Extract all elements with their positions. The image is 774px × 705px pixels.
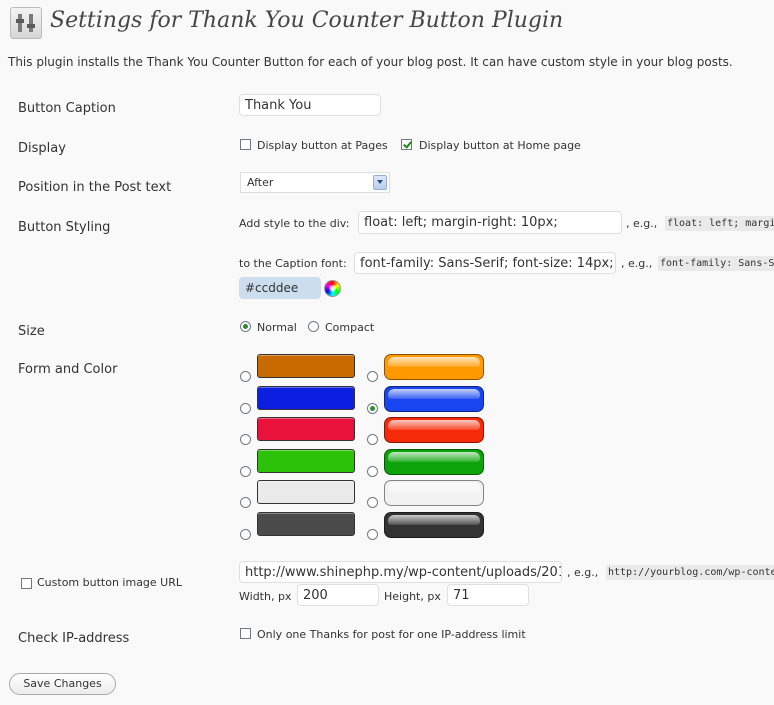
swatch-black-glossy[interactable] <box>384 511 484 538</box>
caption-font-eg: , e.g., <box>621 257 653 270</box>
form-radio-white-flat[interactable] <box>240 497 251 508</box>
form-color-label: Form and Color <box>18 362 118 377</box>
swatch-green-glossy[interactable] <box>384 448 484 475</box>
custom-image-url-input[interactable]: http://www.shinephp.my/wp-content/upload… <box>239 561 562 583</box>
form-radio-orange-glossy[interactable] <box>367 371 378 382</box>
width-input[interactable]: 200 <box>297 584 379 606</box>
width-label: Width, px <box>239 590 292 603</box>
page-title: Settings for Thank You Counter Button Pl… <box>50 8 564 33</box>
display-pages-label: Display button at Pages <box>257 139 388 152</box>
form-radio-green-glossy[interactable] <box>367 465 378 477</box>
swatch-orange-glossy[interactable] <box>384 354 484 380</box>
check-ip-option-label: Only one Thanks for post for one IP-addr… <box>257 628 526 641</box>
check-ip-checkbox[interactable] <box>240 628 251 639</box>
swatch-green-flat[interactable] <box>257 448 355 473</box>
swatch-white-glossy[interactable] <box>384 480 484 506</box>
div-style-prefix: Add style to the div: <box>239 217 350 230</box>
display-home-label: Display button at Home page <box>419 139 581 152</box>
form-radio-black-glossy[interactable] <box>367 528 378 540</box>
position-select[interactable]: After <box>240 172 390 193</box>
swatch-red-glossy[interactable] <box>384 417 484 443</box>
button-styling-label: Button Styling <box>18 220 111 235</box>
button-caption-input[interactable]: Thank You <box>239 94 381 116</box>
div-style-input[interactable]: float: left; margin-right: 10px; <box>358 211 622 234</box>
size-compact-radio[interactable] <box>308 321 319 332</box>
size-compact-label: Compact <box>325 321 375 334</box>
custom-image-example: http://yourblog.com/wp-content/uploads/b… <box>606 565 774 580</box>
size-normal-label: Normal <box>257 321 297 334</box>
caption-font-input[interactable]: font-family: Sans-Serif; font-size: 14px… <box>354 252 616 274</box>
form-radio-blue-glossy[interactable] <box>367 402 378 414</box>
swatch-red-flat[interactable] <box>257 417 355 441</box>
swatch-black-flat[interactable] <box>257 511 355 536</box>
swatch-orange-flat[interactable] <box>257 354 355 378</box>
div-style-eg: , e.g., <box>626 217 658 230</box>
height-input[interactable]: 71 <box>447 584 529 606</box>
position-select-value: After <box>247 176 274 189</box>
caption-font-example: font-family: Sans-Serif; font-size: 14px… <box>658 256 774 271</box>
plugin-settings-icon <box>10 7 42 39</box>
custom-image-eg: , e.g., <box>567 566 599 579</box>
check-ip-label: Check IP-address <box>18 631 130 646</box>
size-normal-radio[interactable] <box>240 321 251 332</box>
intro-text: This plugin installs the Thank You Count… <box>8 55 733 69</box>
height-label: Height, px <box>384 590 441 603</box>
form-radio-white-glossy[interactable] <box>367 497 378 508</box>
custom-image-label: Custom button image URL <box>37 576 182 589</box>
size-label: Size <box>18 324 45 339</box>
display-pages-checkbox[interactable] <box>240 139 251 150</box>
form-radio-green-flat[interactable] <box>240 465 251 477</box>
form-radio-orange-flat[interactable] <box>240 371 251 382</box>
form-radio-black-flat[interactable] <box>240 528 251 540</box>
color-picker-icon[interactable] <box>324 280 341 297</box>
form-radio-blue-flat[interactable] <box>240 402 251 414</box>
display-home-checkbox[interactable] <box>401 139 412 150</box>
swatch-blue-flat[interactable] <box>257 385 355 410</box>
caption-font-prefix: to the Caption font: <box>239 257 347 270</box>
swatch-white-flat[interactable] <box>257 480 355 504</box>
color-value-input[interactable]: #ccddee <box>239 277 321 299</box>
button-caption-label: Button Caption <box>18 101 116 116</box>
save-changes-button[interactable]: Save Changes <box>9 673 116 695</box>
position-label: Position in the Post text <box>18 180 172 195</box>
swatch-blue-glossy[interactable] <box>384 385 484 412</box>
custom-image-checkbox[interactable] <box>21 578 32 589</box>
form-radio-red-glossy[interactable] <box>367 434 378 445</box>
display-label: Display <box>18 141 66 156</box>
div-style-example: float: left; margin-right: 10px; <box>665 216 774 231</box>
form-radio-red-flat[interactable] <box>240 434 251 445</box>
chevron-down-icon[interactable] <box>373 175 387 190</box>
